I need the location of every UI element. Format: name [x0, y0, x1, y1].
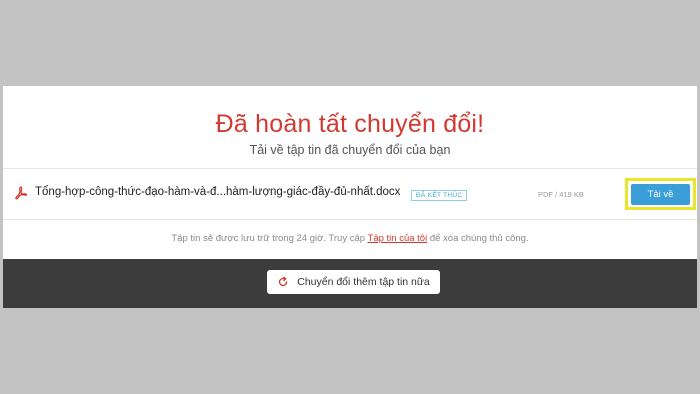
download-button[interactable]: Tải về — [631, 184, 690, 205]
file-meta: PDF / 419 KB — [538, 190, 584, 199]
page-title: Đã hoàn tất chuyển đổi! — [215, 110, 485, 138]
pdf-icon — [14, 186, 28, 200]
conversion-complete-panel: Đã hoàn tất chuyển đổi! Tải về tập tin đ… — [3, 86, 697, 308]
file-name: Tổng-hợp-công-thức-đạo-hàm-và-đ...hàm-lư… — [35, 186, 401, 198]
storage-note: Tập tin sẽ được lưu trữ trong 24 giờ. Tr… — [3, 233, 697, 244]
refresh-icon — [277, 276, 289, 288]
storage-note-before: Tập tin sẽ được lưu trữ trong 24 giờ. Tr… — [171, 233, 368, 244]
page-subtitle: Tải về tập tin đã chuyển đổi của bạn — [249, 143, 451, 157]
status-badge: ĐÃ KẾT THÚC — [411, 190, 468, 201]
my-files-link[interactable]: Tập tin của tôi — [368, 233, 428, 244]
convert-more-button[interactable]: Chuyển đổi thêm tập tin nữa — [267, 270, 440, 294]
file-row: Tổng-hợp-công-thức-đạo-hàm-và-đ...hàm-lư… — [3, 168, 697, 220]
bottom-bar: Chuyển đổi thêm tập tin nữa — [3, 259, 697, 308]
storage-note-after: để xóa chúng thủ công. — [427, 233, 529, 244]
convert-more-label: Chuyển đổi thêm tập tin nữa — [297, 276, 430, 288]
